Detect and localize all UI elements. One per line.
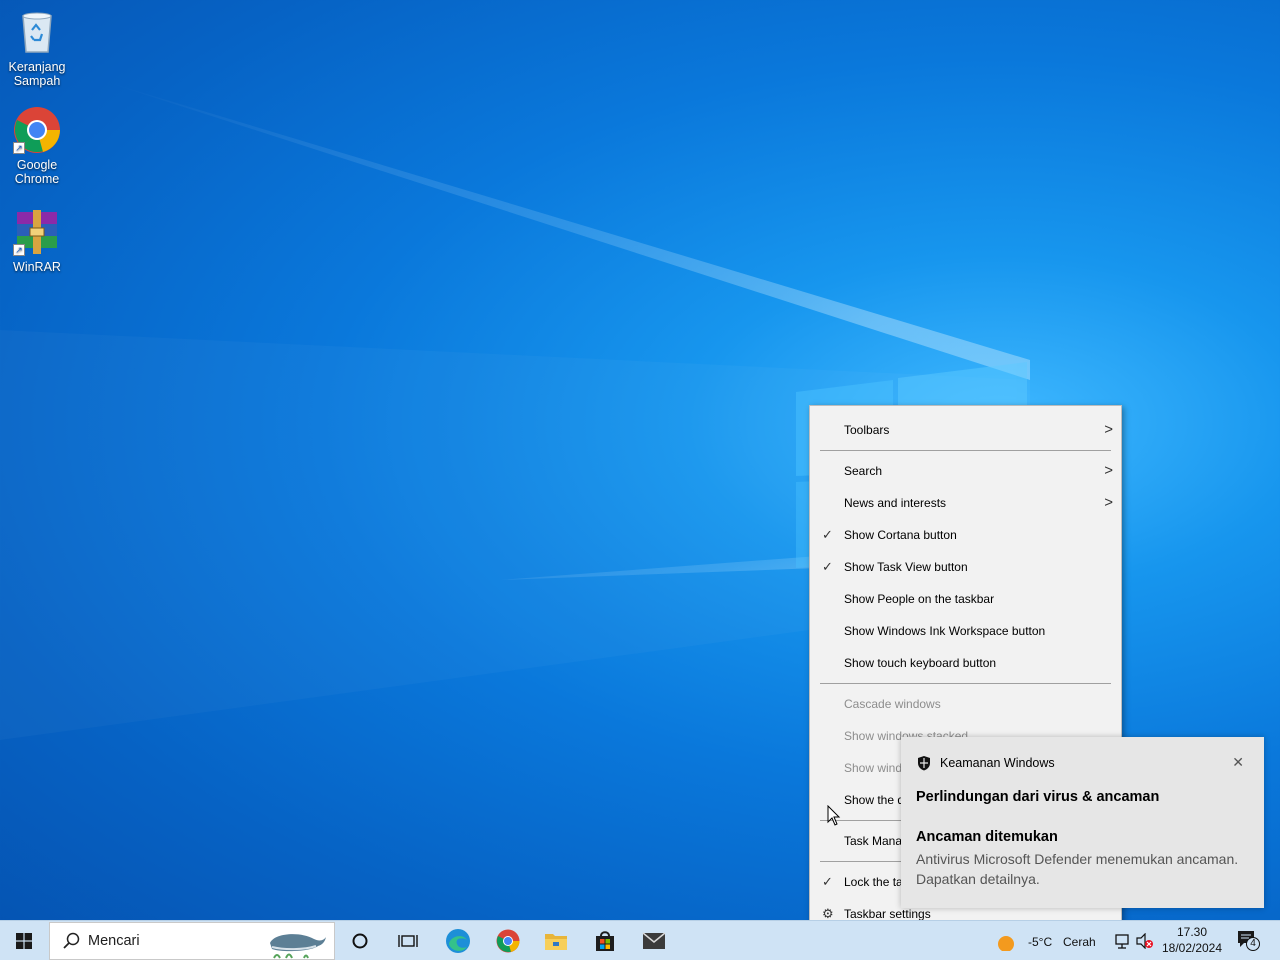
menu-item-label: Taskbar settings — [844, 907, 931, 921]
toast-app-name: Keamanan Windows — [940, 756, 1055, 770]
menu-item-label: Search — [844, 464, 883, 478]
taskbar-microsoft-store[interactable] — [581, 921, 629, 960]
desktop-icon-recycle-bin[interactable]: Keranjang Sampah — [0, 8, 74, 88]
menu-item-show-touch-keyboard[interactable]: Show touch keyboard button — [810, 649, 1121, 677]
shortcut-arrow-icon: ↗ — [13, 142, 25, 154]
menu-item-label: Show Windows Ink Workspace button — [844, 624, 1046, 638]
desktop-icon-label: WinRAR — [13, 260, 61, 274]
chevron-right-icon: > — [1104, 494, 1113, 511]
menu-item-show-task-view-button[interactable]: ✓ Show Task View button — [810, 553, 1121, 581]
chevron-right-icon: > — [1104, 421, 1113, 438]
chrome-icon: ↗ — [13, 106, 61, 154]
mouse-cursor-icon — [827, 805, 841, 826]
menu-separator — [820, 450, 1111, 451]
chrome-icon — [496, 929, 520, 953]
taskbar-mail[interactable] — [630, 921, 678, 960]
menu-item-show-cortana-button[interactable]: ✓ Show Cortana button — [810, 521, 1121, 549]
menu-item-label: Toolbars — [844, 423, 890, 437]
close-icon[interactable]: ✕ — [1232, 754, 1244, 771]
edge-icon — [446, 929, 470, 953]
shield-icon — [918, 756, 930, 771]
cortana-button[interactable] — [336, 921, 384, 960]
notification-count-badge: 4 — [1246, 937, 1260, 951]
toast-app-header: Keamanan Windows — [916, 755, 1055, 771]
taskbar-clock[interactable]: 17.30 18/02/2024 — [1158, 924, 1226, 956]
menu-item-show-ink-workspace[interactable]: Show Windows Ink Workspace button — [810, 617, 1121, 645]
desktop-icon-google-chrome[interactable]: ↗ Google Chrome — [0, 106, 74, 186]
checkmark-icon: ✓ — [822, 559, 833, 574]
toast-title: Ancaman ditemukan — [916, 829, 1058, 845]
menu-item-label: Show Cortana button — [844, 528, 957, 542]
checkmark-icon: ✓ — [822, 874, 833, 889]
task-view-button[interactable] — [384, 921, 432, 960]
menu-item-label: Show People on the taskbar — [844, 592, 995, 606]
toast-heading: Perlindungan dari virus & ancaman — [916, 789, 1160, 805]
menu-item-label: Show Task View button — [844, 560, 968, 574]
search-icon — [63, 932, 80, 949]
toast-body: Antivirus Microsoft Defender menemukan a… — [916, 851, 1239, 887]
checkmark-icon: ✓ — [822, 527, 833, 542]
taskbar-chrome[interactable] — [484, 921, 532, 960]
whale-search-highlight-icon — [270, 934, 326, 959]
start-button[interactable] — [0, 921, 48, 960]
clock-date: 18/02/2024 — [1161, 941, 1223, 955]
menu-item-label: Cascade windows — [844, 697, 941, 711]
taskbar: -5°C Cerah 17.30 18/02/2024 4 — [0, 920, 1280, 960]
desktop-icon-label: Keranjang Sampah — [8, 60, 66, 88]
network-icon[interactable] — [1114, 933, 1130, 949]
menu-separator — [820, 683, 1111, 684]
weather-temperature[interactable]: -5°C — [1028, 935, 1052, 949]
menu-item-search[interactable]: Search > — [810, 457, 1121, 485]
winrar-icon: ↗ — [13, 208, 61, 256]
menu-item-cascade-windows: Cascade windows — [810, 690, 1121, 718]
desktop-icon-winrar[interactable]: ↗ WinRAR — [0, 208, 74, 274]
search-input[interactable] — [88, 933, 248, 949]
shortcut-arrow-icon: ↗ — [13, 244, 25, 256]
weather-sun-icon[interactable] — [995, 933, 1017, 951]
menu-item-show-people[interactable]: Show People on the taskbar — [810, 585, 1121, 613]
store-icon — [596, 931, 614, 951]
menu-item-toolbars[interactable]: Toolbars > — [810, 416, 1121, 444]
taskbar-search-box[interactable] — [49, 922, 335, 960]
desktop-icon-label: Google Chrome — [14, 158, 60, 186]
cortana-icon — [352, 933, 368, 949]
security-toast-notification[interactable]: Keamanan Windows ✕ Perlindungan dari vir… — [901, 737, 1264, 908]
windows-logo-icon — [16, 933, 32, 949]
weather-condition[interactable]: Cerah — [1063, 935, 1096, 949]
recycle-bin-icon — [13, 8, 61, 56]
chevron-right-icon: > — [1104, 462, 1113, 479]
menu-item-news-and-interests[interactable]: News and interests > — [810, 489, 1121, 517]
file-explorer-icon — [545, 934, 567, 950]
taskbar-edge[interactable] — [434, 921, 482, 960]
menu-item-label: News and interests — [844, 496, 947, 510]
mail-icon — [642, 932, 666, 949]
task-view-icon — [398, 935, 418, 947]
taskbar-file-explorer[interactable] — [532, 921, 580, 960]
clock-time: 17.30 — [1176, 925, 1208, 939]
menu-item-label: Show touch keyboard button — [844, 656, 997, 670]
action-center-button[interactable]: 4 — [1236, 929, 1262, 953]
volume-muted-icon[interactable] — [1136, 933, 1154, 949]
